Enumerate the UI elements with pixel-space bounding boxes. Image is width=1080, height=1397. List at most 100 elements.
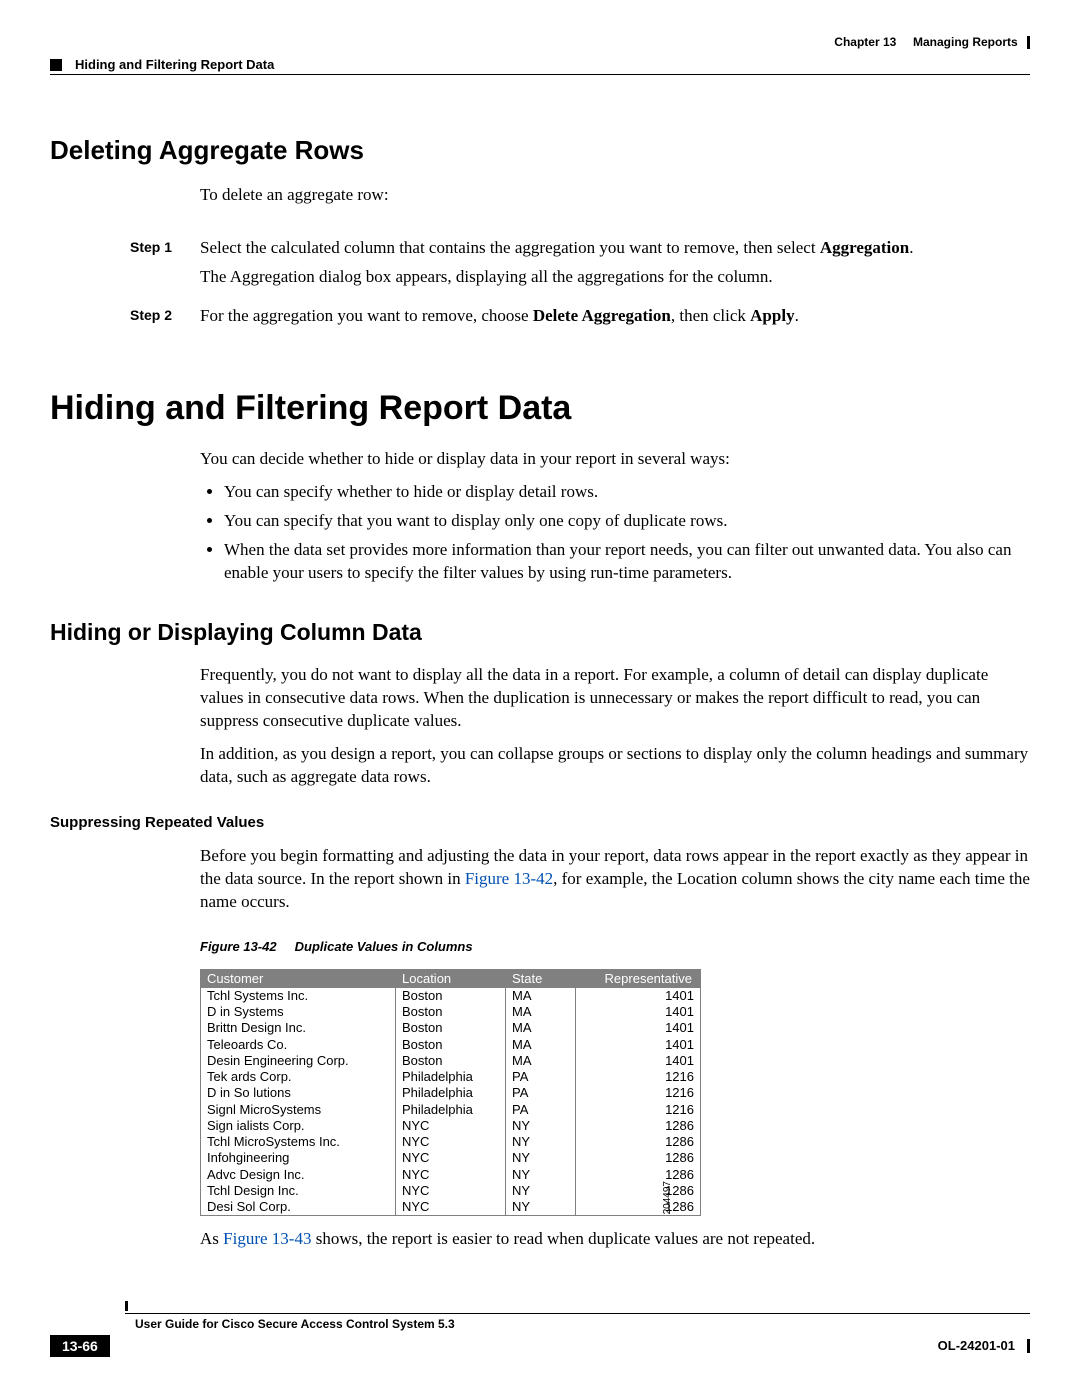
table-cell: 1401 bbox=[576, 1020, 701, 1036]
table-row: Tek ards Corp.PhiladelphiaPA1216 bbox=[201, 1069, 701, 1085]
page-footer: User Guide for Cisco Secure Access Contr… bbox=[50, 1317, 1030, 1357]
table-row: Desi Sol Corp.NYCNY1286 bbox=[201, 1199, 701, 1216]
table-row: Tchl Design Inc.NYCNY1286 bbox=[201, 1183, 701, 1199]
table-row: D in SystemsBostonMA1401 bbox=[201, 1004, 701, 1020]
col-header: State bbox=[506, 969, 576, 987]
table-cell: 1286 bbox=[576, 1183, 701, 1199]
footer-guide-title: User Guide for Cisco Secure Access Contr… bbox=[135, 1317, 1030, 1331]
table-cell: NY bbox=[506, 1183, 576, 1199]
table-cell: NY bbox=[506, 1150, 576, 1166]
table-cell: Tchl Design Inc. bbox=[201, 1183, 396, 1199]
table-cell: PA bbox=[506, 1102, 576, 1118]
table-cell: Signl MicroSystems bbox=[201, 1102, 396, 1118]
table-cell: Infohgineering bbox=[201, 1150, 396, 1166]
table-cell: MA bbox=[506, 987, 576, 1004]
figure-link[interactable]: Figure 13-42 bbox=[465, 869, 553, 888]
table-cell: NYC bbox=[396, 1199, 506, 1216]
table-cell: 1286 bbox=[576, 1118, 701, 1134]
table-cell: 1286 bbox=[576, 1150, 701, 1166]
table-cell: Philadelphia bbox=[396, 1102, 506, 1118]
heading-suppressing: Suppressing Repeated Values bbox=[50, 814, 1030, 831]
table-row: Advc Design Inc.NYCNY1286 bbox=[201, 1167, 701, 1183]
table-row: D in So lutionsPhiladelphiaPA1216 bbox=[201, 1085, 701, 1101]
table-cell: Teleoards Co. bbox=[201, 1037, 396, 1053]
table-cell: Boston bbox=[396, 1037, 506, 1053]
table-cell: Tchl Systems Inc. bbox=[201, 987, 396, 1004]
step-label: Step 2 bbox=[130, 305, 200, 334]
col-header: Representative bbox=[576, 969, 701, 987]
table-cell: 1216 bbox=[576, 1085, 701, 1101]
table-cell: NYC bbox=[396, 1150, 506, 1166]
doc-id: OL-24201-01 bbox=[938, 1338, 1015, 1353]
step-row: Step 1 Select the calculated column that… bbox=[130, 237, 1030, 295]
table-cell: 1286 bbox=[576, 1199, 701, 1216]
running-header-left: Hiding and Filtering Report Data bbox=[50, 57, 1030, 72]
table-row: Tchl MicroSystems Inc.NYCNY1286 bbox=[201, 1134, 701, 1150]
list-item: When the data set provides more informat… bbox=[224, 539, 1030, 585]
table-cell: Tchl MicroSystems Inc. bbox=[201, 1134, 396, 1150]
table-row: Desin Engineering Corp.BostonMA1401 bbox=[201, 1053, 701, 1069]
table-cell: PA bbox=[506, 1085, 576, 1101]
heading-hiding-column: Hiding or Displaying Column Data bbox=[50, 619, 1030, 646]
table-cell: MA bbox=[506, 1020, 576, 1036]
table-cell: Philadelphia bbox=[396, 1069, 506, 1085]
list-item: You can specify that you want to display… bbox=[224, 510, 1030, 533]
table-cell: Desin Engineering Corp. bbox=[201, 1053, 396, 1069]
step-label: Step 1 bbox=[130, 237, 200, 295]
table-cell: Boston bbox=[396, 1020, 506, 1036]
page-number: 13-66 bbox=[50, 1335, 110, 1357]
step-row: Step 2 For the aggregation you want to r… bbox=[130, 305, 1030, 334]
figure-caption: Figure 13-42 Duplicate Values in Columns bbox=[200, 939, 1030, 954]
table-cell: Boston bbox=[396, 987, 506, 1004]
col-header: Location bbox=[396, 969, 506, 987]
table-cell: Boston bbox=[396, 1053, 506, 1069]
table-cell: Boston bbox=[396, 1004, 506, 1020]
table-cell: 1401 bbox=[576, 1004, 701, 1020]
table-cell: D in Systems bbox=[201, 1004, 396, 1020]
table-cell: Tek ards Corp. bbox=[201, 1069, 396, 1085]
table-cell: 1286 bbox=[576, 1134, 701, 1150]
table-cell: NY bbox=[506, 1134, 576, 1150]
list-item: You can specify whether to hide or displ… bbox=[224, 481, 1030, 504]
table-row: Tchl Systems Inc.BostonMA1401 bbox=[201, 987, 701, 1004]
table-cell: NYC bbox=[396, 1134, 506, 1150]
table-cell: Desi Sol Corp. bbox=[201, 1199, 396, 1216]
table-cell: MA bbox=[506, 1053, 576, 1069]
table-cell: Sign ialists Corp. bbox=[201, 1118, 396, 1134]
table-row: InfohgineeringNYCNY1286 bbox=[201, 1150, 701, 1166]
table-row: Sign ialists Corp.NYCNY1286 bbox=[201, 1118, 701, 1134]
table-cell: NYC bbox=[396, 1167, 506, 1183]
footer-bar-icon bbox=[1027, 1339, 1030, 1353]
table-cell: NY bbox=[506, 1167, 576, 1183]
header-square-icon bbox=[50, 59, 62, 71]
table-cell: Advc Design Inc. bbox=[201, 1167, 396, 1183]
after-figure-body: As Figure 13-43 shows, the report is eas… bbox=[200, 1228, 1030, 1251]
figure-id-number: 204497 bbox=[662, 1181, 673, 1214]
table-cell: 1216 bbox=[576, 1069, 701, 1085]
table-cell: NY bbox=[506, 1199, 576, 1216]
step-text: Select the calculated column that contai… bbox=[200, 237, 1030, 295]
table-header-row: Customer Location State Representative bbox=[201, 969, 701, 987]
heading-hiding-filtering: Hiding and Filtering Report Data bbox=[50, 389, 1030, 428]
table-cell: Philadelphia bbox=[396, 1085, 506, 1101]
table-cell: PA bbox=[506, 1069, 576, 1085]
data-table: Customer Location State Representative T… bbox=[200, 969, 701, 1217]
table-cell: MA bbox=[506, 1037, 576, 1053]
table-cell: 1216 bbox=[576, 1102, 701, 1118]
table-cell: NYC bbox=[396, 1183, 506, 1199]
figure-link[interactable]: Figure 13-43 bbox=[223, 1229, 311, 1248]
header-bar-icon bbox=[1027, 36, 1030, 49]
bullet-list: You can specify whether to hide or displ… bbox=[200, 481, 1030, 585]
table-cell: D in So lutions bbox=[201, 1085, 396, 1101]
table-cell: MA bbox=[506, 1004, 576, 1020]
table-cell: Brittn Design Inc. bbox=[201, 1020, 396, 1036]
intro-text: To delete an aggregate row: bbox=[200, 184, 1030, 207]
table-cell: NYC bbox=[396, 1118, 506, 1134]
chapter-title: Managing Reports bbox=[913, 35, 1018, 49]
table-row: Brittn Design Inc.BostonMA1401 bbox=[201, 1020, 701, 1036]
heading-deleting-aggregate: Deleting Aggregate Rows bbox=[50, 135, 1030, 166]
table-cell: 1401 bbox=[576, 987, 701, 1004]
table-row: Signl MicroSystemsPhiladelphiaPA1216 bbox=[201, 1102, 701, 1118]
chapter-label: Chapter 13 bbox=[834, 35, 896, 49]
running-header-right: Chapter 13 Managing Reports bbox=[834, 35, 1030, 49]
